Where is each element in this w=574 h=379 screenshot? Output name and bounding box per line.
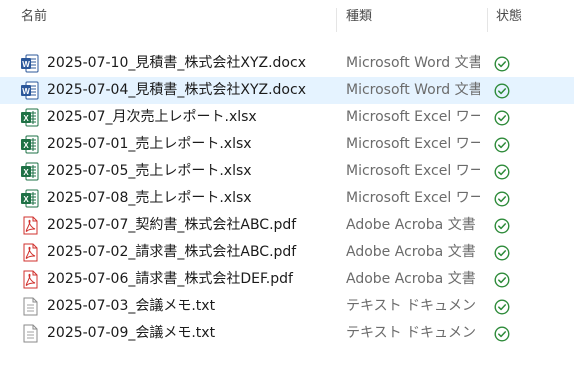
- pdf-icon: [21, 270, 39, 289]
- synced-check-icon: [494, 110, 510, 126]
- file-row[interactable]: 2025-07-07_契約書_株式会社ABC.pdf Adobe Acroba 文…: [0, 212, 574, 239]
- file-name: 2025-07-02_請求書_株式会社ABC.pdf: [47, 244, 297, 260]
- file-row[interactable]: X 2025-07-01_売上レポート.xlsx Microsoft Excel ワ…: [0, 131, 574, 158]
- file-type: Microsoft Excel ワークシート: [346, 109, 480, 125]
- file-type: Adobe Acroba 文書: [346, 217, 476, 233]
- svg-text:X: X: [23, 168, 29, 177]
- column-divider[interactable]: [336, 8, 337, 32]
- column-header: 名前 種類 状態: [0, 0, 574, 34]
- svg-text:W: W: [22, 87, 30, 96]
- file-row[interactable]: X 2025-07-05_売上レポート.xlsx Microsoft Excel ワ…: [0, 158, 574, 185]
- file-row[interactable]: X 2025-07-08_売上レポート.xlsx Microsoft Excel ワ…: [0, 185, 574, 212]
- file-type: Adobe Acroba 文書: [346, 244, 476, 260]
- file-name: 2025-07-03_会議メモ.txt: [47, 298, 216, 314]
- file-type: Microsoft Excel ワークシート: [346, 136, 480, 152]
- column-divider[interactable]: [487, 8, 488, 32]
- text-file-icon: [21, 324, 39, 343]
- file-type: Microsoft Excel ワークシート: [346, 163, 480, 179]
- file-name: 2025-07-04_見積書_株式会社XYZ.docx: [47, 82, 306, 98]
- pdf-icon: [21, 216, 39, 235]
- file-name: 2025-07-09_会議メモ.txt: [47, 325, 216, 341]
- file-row[interactable]: 2025-07-03_会議メモ.txt テキスト ドキュメント: [0, 293, 574, 320]
- file-row[interactable]: W 2025-07-10_見積書_株式会社XYZ.docx Microsoft Wo…: [0, 50, 574, 77]
- file-name: 2025-07_月次売上レポート.xlsx: [47, 109, 257, 125]
- svg-text:X: X: [23, 195, 29, 204]
- file-row[interactable]: W 2025-07-04_見積書_株式会社XYZ.docx Microsoft Wo…: [0, 77, 574, 104]
- svg-text:X: X: [23, 141, 29, 150]
- file-type: Microsoft Excel ワークシート: [346, 190, 480, 206]
- file-row[interactable]: 2025-07-02_請求書_株式会社ABC.pdf Adobe Acroba 文…: [0, 239, 574, 266]
- svg-text:X: X: [23, 114, 29, 123]
- file-row[interactable]: 2025-07-09_会議メモ.txt テキスト ドキュメント: [0, 320, 574, 347]
- file-row[interactable]: 2025-07-06_請求書_株式会社DEF.pdf Adobe Acroba 文…: [0, 266, 574, 293]
- file-name: 2025-07-06_請求書_株式会社DEF.pdf: [47, 271, 293, 287]
- svg-text:W: W: [22, 60, 30, 69]
- excel-icon: X: [21, 108, 39, 127]
- synced-check-icon: [494, 299, 510, 315]
- file-name: 2025-07-08_売上レポート.xlsx: [47, 190, 252, 206]
- word-icon: W: [21, 54, 39, 73]
- excel-icon: X: [21, 135, 39, 154]
- excel-icon: X: [21, 162, 39, 181]
- synced-check-icon: [494, 272, 510, 288]
- file-name: 2025-07-07_契約書_株式会社ABC.pdf: [47, 217, 297, 233]
- synced-check-icon: [494, 191, 510, 207]
- synced-check-icon: [494, 56, 510, 72]
- file-type: Microsoft Word 文書: [346, 55, 480, 71]
- pdf-icon: [21, 243, 39, 262]
- column-header-status[interactable]: 状態: [496, 0, 522, 34]
- excel-icon: X: [21, 189, 39, 208]
- file-type: Adobe Acroba 文書: [346, 271, 476, 287]
- file-type: テキスト ドキュメント: [346, 298, 480, 314]
- synced-check-icon: [494, 245, 510, 261]
- text-file-icon: [21, 297, 39, 316]
- word-icon: W: [21, 81, 39, 100]
- synced-check-icon: [494, 83, 510, 99]
- synced-check-icon: [494, 218, 510, 234]
- file-type: テキスト ドキュメント: [346, 325, 480, 341]
- synced-check-icon: [494, 326, 510, 342]
- column-header-type[interactable]: 種類: [346, 0, 372, 34]
- synced-check-icon: [494, 164, 510, 180]
- file-name: 2025-07-05_売上レポート.xlsx: [47, 163, 252, 179]
- synced-check-icon: [494, 137, 510, 153]
- file-type: Microsoft Word 文書: [346, 82, 480, 98]
- file-name: 2025-07-01_売上レポート.xlsx: [47, 136, 252, 152]
- column-header-name[interactable]: 名前: [21, 0, 47, 34]
- file-row[interactable]: X 2025-07_月次売上レポート.xlsx Microsoft Excel ワー…: [0, 104, 574, 131]
- file-list: W 2025-07-10_見積書_株式会社XYZ.docx Microsoft Wo…: [0, 50, 574, 347]
- file-name: 2025-07-10_見積書_株式会社XYZ.docx: [47, 55, 306, 71]
